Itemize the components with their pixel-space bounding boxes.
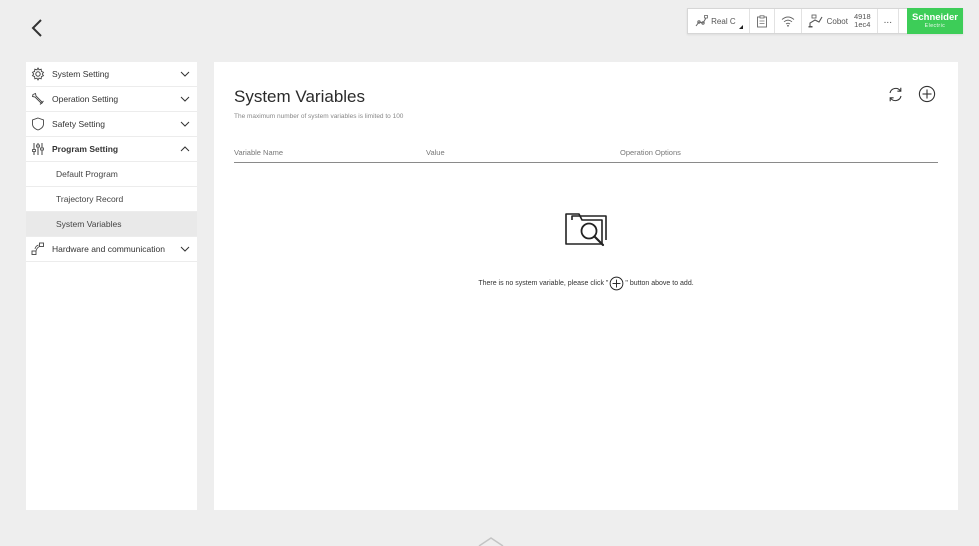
wrench-icon	[30, 91, 46, 107]
sidebar-item-label: Safety Setting	[52, 119, 105, 129]
settings-sidebar: System Setting Operation Setting Safety …	[26, 62, 197, 510]
serial-bottom: 1ec4	[854, 20, 871, 29]
sidebar-item-safety-setting[interactable]: Safety Setting	[26, 112, 197, 137]
column-variable-name: Variable Name	[234, 148, 284, 157]
sidebar-subitem-label: Default Program	[56, 169, 118, 179]
network-icon	[30, 241, 46, 257]
column-operation-options: Operation Options	[620, 148, 681, 157]
sidebar-subitem-system-variables[interactable]: System Variables	[26, 212, 197, 237]
serial-number: 4918 1ec4	[854, 13, 871, 29]
page-subtitle: The maximum number of system variables i…	[234, 113, 404, 120]
clipboard-icon	[756, 14, 767, 27]
sidebar-item-label: Hardware and communication	[52, 244, 165, 254]
chevron-up-icon	[179, 144, 191, 154]
wifi-status[interactable]	[775, 9, 802, 33]
refresh-icon	[888, 87, 902, 101]
chevron-up-icon[interactable]	[476, 535, 506, 546]
sidebar-item-hardware-communication[interactable]: Hardware and communication	[26, 237, 197, 262]
sidebar-subitem-trajectory-record[interactable]: Trajectory Record	[26, 187, 197, 212]
cobot-icon	[808, 14, 823, 28]
back-button[interactable]	[26, 14, 48, 42]
chevron-down-icon	[179, 69, 191, 79]
shield-icon	[30, 116, 46, 132]
wifi-icon	[781, 16, 794, 27]
mode-selector[interactable]: Real C	[688, 9, 750, 33]
empty-state-message: There is no system variable, please clic…	[214, 276, 958, 291]
panel-actions	[886, 85, 936, 103]
robot-arm-icon	[695, 15, 709, 27]
corner-triangle-icon	[738, 25, 743, 29]
variables-table-header: Variable Name Value Operation Options	[234, 145, 938, 163]
chevron-left-icon	[31, 19, 42, 37]
brand-sub: Electric	[924, 23, 946, 29]
chevron-down-icon	[179, 119, 191, 129]
sidebar-subitem-label: Trajectory Record	[56, 194, 124, 204]
sidebar-item-system-setting[interactable]: System Setting	[26, 62, 197, 87]
plus-circle-icon	[918, 85, 936, 103]
clipboard-status[interactable]	[750, 9, 775, 33]
more-button[interactable]: ...	[878, 9, 899, 33]
page-title: System Variables	[234, 87, 366, 106]
chevron-down-icon	[179, 244, 191, 254]
sidebar-item-operation-setting[interactable]: Operation Setting	[26, 87, 197, 112]
plus-circle-icon	[610, 276, 624, 291]
empty-message-after: " button above to add.	[625, 280, 694, 287]
gear-icon	[30, 66, 46, 82]
sidebar-item-label: Operation Setting	[52, 94, 119, 104]
folder-search-icon	[565, 213, 607, 247]
more-label: ...	[883, 15, 892, 26]
sidebar-item-program-setting[interactable]: Program Setting	[26, 137, 197, 162]
robot-label: Cobot	[826, 16, 848, 26]
robot-status[interactable]: Cobot 4918 1ec4	[802, 9, 878, 33]
sidebar-item-label: Program Setting	[52, 144, 119, 154]
mode-label: Real C	[711, 16, 736, 26]
status-bar: Real C Cobot 4918 1ec4 ... Schneider Ele…	[687, 8, 963, 34]
sliders-icon	[30, 141, 46, 157]
column-value: Value	[426, 148, 445, 157]
empty-message-before: There is no system variable, please clic…	[478, 280, 609, 287]
brand-logo: Schneider Electric	[907, 8, 963, 34]
refresh-button[interactable]	[886, 85, 904, 103]
chevron-down-icon	[179, 94, 191, 104]
sidebar-item-label: System Setting	[52, 69, 110, 79]
brand-name: Schneider	[912, 12, 958, 23]
add-variable-button[interactable]	[918, 85, 936, 103]
system-variables-panel: System Variables The maximum number of s…	[214, 62, 958, 510]
sidebar-subitem-label: System Variables	[56, 219, 122, 229]
sidebar-subitem-default-program[interactable]: Default Program	[26, 162, 197, 187]
